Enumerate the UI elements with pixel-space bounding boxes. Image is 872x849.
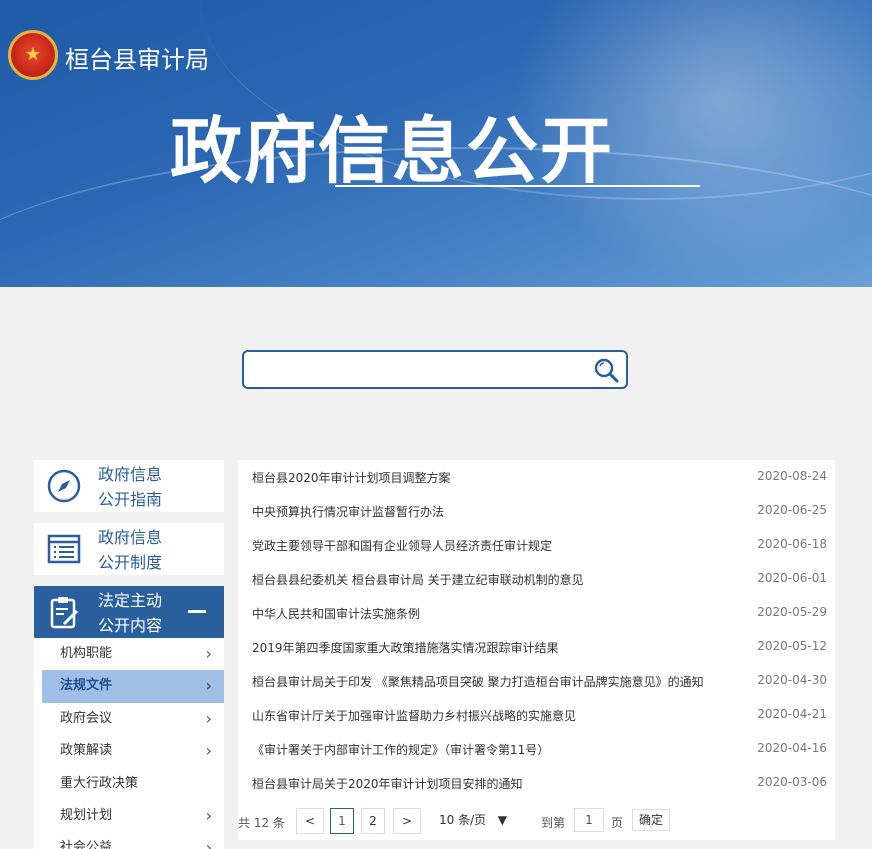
article-date: 2020-03-06 [757, 775, 827, 789]
article-title[interactable]: 桓台县县纪委机关 桓台县审计局 关于建立纪审联动机制的意见 [252, 571, 584, 588]
list-item[interactable]: 桓台县2020年审计计划项目调整方案 2020-08-24 [238, 460, 835, 494]
article-title[interactable]: 中华人民共和国审计法实施条例 [252, 605, 420, 622]
sidebar-subitem-functions[interactable]: 机构职能 › [34, 638, 224, 670]
article-date: 2020-06-25 [757, 503, 827, 517]
sidebar-item-label: 法定主动 公开内容 [98, 591, 163, 635]
article-title[interactable]: 桓台县2020年审计计划项目调整方案 [252, 469, 451, 486]
compass-icon [47, 469, 81, 503]
article-date: 2020-04-16 [757, 741, 827, 755]
org-name[interactable]: 桓台县审计局 [65, 40, 209, 75]
sidebar-item-guide[interactable]: 政府信息 公开指南 [34, 460, 224, 512]
page-button-1[interactable]: 1 [330, 808, 354, 834]
page-size-value: 10 条/页 [439, 813, 487, 827]
page-title: 政府信息公开 [170, 109, 615, 193]
search-icon[interactable] [592, 356, 620, 384]
collapse-icon[interactable] [188, 610, 206, 613]
goto-prefix: 到第 [541, 816, 566, 830]
article-title[interactable]: 山东省审计厅关于加强审计监督助力乡村振兴战略的实施意见 [252, 707, 576, 724]
list-item[interactable]: 中华人民共和国审计法实施条例 2020-05-29 [238, 596, 835, 630]
subitem-label: 机构职能 [60, 646, 113, 661]
article-date: 2020-04-21 [757, 707, 827, 721]
subitem-label: 社会公益 [60, 840, 113, 849]
sidebar-subitem-decisions[interactable]: 重大行政决策 [34, 768, 224, 800]
sidebar-subitem-interpretation[interactable]: 政策解读 › [34, 735, 224, 767]
sidebar-item-system[interactable]: 政府信息 公开制度 [34, 523, 224, 575]
confirm-button[interactable]: 确定 [632, 809, 670, 831]
national-emblem-icon: ★ [8, 30, 58, 80]
goto-page-input[interactable]: 1 [574, 808, 604, 832]
article-title[interactable]: 中央预算执行情况审计监督暂行办法 [252, 503, 444, 520]
prev-page-button[interactable]: < [296, 808, 324, 834]
sidebar-item-statutory-content[interactable]: 法定主动 公开内容 [34, 586, 224, 638]
chevron-right-icon: › [205, 741, 212, 761]
dropdown-arrow-icon: ▼ [497, 813, 507, 827]
article-list: 桓台县2020年审计计划项目调整方案 2020-08-24 中央预算执行情况审计… [238, 460, 835, 840]
article-date: 2020-05-29 [757, 605, 827, 619]
list-item[interactable]: 桓台县审计局关于印发 《聚焦精品项目突破 聚力打造桓台审计品牌实施意见》的通知 … [238, 664, 835, 698]
sidebar-subitem-regulations[interactable]: 法规文件 › [42, 670, 224, 703]
subitem-label: 政策解读 [60, 743, 113, 759]
subitem-label: 政府会议 [60, 710, 113, 726]
list-icon [47, 534, 81, 564]
sidebar-subitem-plans[interactable]: 规划计划 › [34, 800, 224, 832]
article-title[interactable]: 桓台县审计局关于印发 《聚焦精品项目突破 聚力打造桓台审计品牌实施意见》的通知 [252, 673, 704, 690]
article-date: 2020-08-24 [757, 469, 827, 483]
article-date: 2020-06-01 [757, 571, 827, 585]
list-item[interactable]: 山东省审计厅关于加强审计监督助力乡村振兴战略的实施意见 2020-04-21 [238, 698, 835, 732]
sidebar-item-label: 政府信息 公开指南 [98, 465, 163, 509]
sidebar-submenu: 机构职能 › 法规文件 › 政府会议 › 政策解读 › 重大行政决策 规划计划 … [34, 638, 224, 849]
chevron-right-icon: › [205, 805, 212, 825]
sidebar-subitem-public-welfare[interactable]: 社会公益 › [34, 832, 224, 849]
chevron-right-icon: › [205, 838, 212, 849]
list-item[interactable]: 2019年第四季度国家重大政策措施落实情况跟踪审计结果 2020-05-12 [238, 630, 835, 664]
search-input[interactable] [252, 357, 582, 383]
clipboard-edit-icon [50, 597, 79, 629]
next-page-button[interactable]: > [393, 808, 421, 834]
header-banner: ★ 桓台县审计局 政府信息公开 [0, 0, 872, 287]
title-underline [335, 185, 700, 187]
page-size-select[interactable]: 10 条/页 ▼ [433, 808, 511, 832]
article-title[interactable]: 党政主要领导干部和国有企业领导人员经济责任审计规定 [252, 537, 552, 554]
list-item[interactable]: 桓台县县纪委机关 桓台县审计局 关于建立纪审联动机制的意见 2020-06-01 [238, 562, 835, 596]
list-item[interactable]: 党政主要领导干部和国有企业领导人员经济责任审计规定 2020-06-18 [238, 528, 835, 562]
article-title[interactable]: 桓台县审计局关于2020年审计计划项目安排的通知 [252, 775, 523, 792]
list-item[interactable]: 《审计署关于内部审计工作的规定》（审计署令第11号） 2020-04-16 [238, 732, 835, 766]
article-date: 2020-06-18 [757, 537, 827, 551]
list-item[interactable]: 桓台县审计局关于2020年审计计划项目安排的通知 2020-03-06 [238, 766, 835, 800]
subitem-label: 规划计划 [60, 807, 113, 823]
goto-suffix: 页 [611, 816, 624, 830]
subitem-label: 重大行政决策 [60, 775, 139, 791]
sidebar-item-label: 政府信息 公开制度 [98, 528, 163, 572]
subitem-label: 法规文件 [60, 678, 113, 694]
sidebar-subitem-meetings[interactable]: 政府会议 › [34, 703, 224, 735]
chevron-right-icon: › [205, 708, 212, 728]
article-date: 2020-05-12 [757, 639, 827, 653]
list-item[interactable]: 中央预算执行情况审计监督暂行办法 2020-06-25 [238, 494, 835, 528]
article-title[interactable]: 《审计署关于内部审计工作的规定》（审计署令第11号） [252, 741, 549, 758]
pagination: 共 12 条 < 1 2 > 10 条/页 ▼ 到第 1 页 确定 [238, 806, 835, 840]
article-title[interactable]: 2019年第四季度国家重大政策措施落实情况跟踪审计结果 [252, 639, 559, 656]
article-date: 2020-04-30 [757, 673, 827, 687]
search-box[interactable] [242, 350, 628, 389]
chevron-right-icon: › [205, 644, 212, 663]
page-button-2[interactable]: 2 [361, 808, 385, 834]
chevron-right-icon: › [205, 676, 212, 696]
total-count: 共 12 条 [238, 816, 285, 830]
